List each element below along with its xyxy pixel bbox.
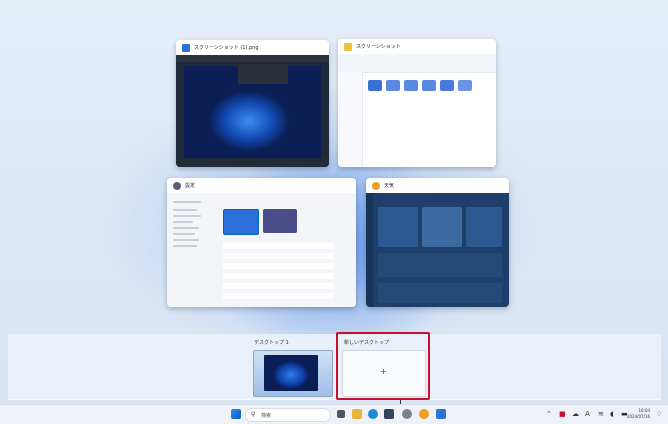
window-titlebar[interactable]: スクリーンショット (1).png [176,40,329,55]
sun-icon [372,181,380,190]
file-thumbnail[interactable] [440,80,454,91]
folder-icon [344,42,352,51]
file-thumbnail[interactable] [404,80,418,91]
weather-icon[interactable] [419,409,429,419]
settings-pane [167,193,356,307]
store-icon[interactable] [384,409,394,419]
ime-icon[interactable]: A [585,410,590,419]
weather-pane [366,193,509,307]
photo-viewer-pane [176,55,329,167]
task-view-icon[interactable] [337,410,345,418]
gear-icon [173,181,181,190]
app-tray-icon[interactable]: ■ [559,410,566,419]
wifi-icon[interactable]: ≋ [598,410,604,419]
settings-icon[interactable] [402,409,412,419]
theme-preview[interactable] [263,209,297,233]
cloud-icon[interactable]: ☁ [572,410,579,419]
volume-icon[interactable]: ◖ [610,410,614,419]
window-settings[interactable]: 設定 [167,178,356,307]
window-title: スクリーンショット (1).png [194,45,259,51]
file-thumbnail[interactable] [386,80,400,91]
taskbar: ⚲ 検索 ⌃ ■ ☁ A ≋ ◖ ▬ 16:04 2024/07/16 ♢ [0,404,668,424]
file-thumbnail[interactable] [422,80,436,91]
window-file-explorer[interactable]: スクリーンショット [338,39,496,167]
file-thumbnail[interactable] [458,80,472,91]
photos-icon[interactable] [436,409,446,419]
window-screenshot-photos[interactable]: スクリーンショット (1).png [176,40,329,167]
notification-bell-icon[interactable]: ♢ [656,410,662,419]
file-thumbnail[interactable] [368,80,382,91]
clock-date: 2024/07/16 [626,414,650,419]
window-title: 天気 [384,183,395,189]
desktop-1-label: デスクトップ 1 [254,340,289,346]
clock[interactable]: 16:04 2024/07/16 [627,408,650,420]
window-weather[interactable]: 天気 [366,178,509,307]
search-label: 検索 [261,413,272,419]
window-titlebar[interactable]: 天気 [366,178,509,193]
photos-app-icon [182,43,190,52]
desktop-1-preview[interactable] [253,350,333,397]
virtual-desktops-bar [8,334,661,400]
search-icon: ⚲ [251,411,256,418]
edge-icon[interactable] [368,409,378,419]
highlight-annotation [336,332,430,400]
file-explorer-icon[interactable] [352,409,362,419]
search-box[interactable]: ⚲ 検索 [245,408,331,422]
window-title: 設定 [185,183,196,189]
start-icon[interactable] [231,409,241,419]
explorer-pane [338,54,496,167]
window-titlebar[interactable]: 設定 [167,178,356,193]
chevron-up-icon[interactable]: ⌃ [546,410,552,419]
window-title: スクリーンショット [356,44,401,50]
window-titlebar[interactable]: スクリーンショット [338,39,496,54]
theme-preview[interactable] [223,209,259,235]
